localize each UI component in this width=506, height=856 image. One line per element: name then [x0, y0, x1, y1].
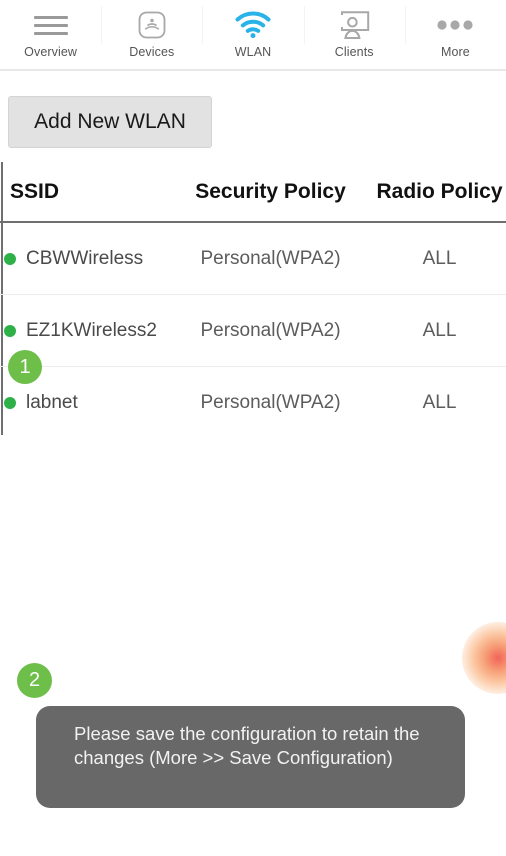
add-new-wlan-label: Add New WLAN [34, 110, 186, 133]
ssid-label: CBWWireless [26, 247, 144, 269]
table-row[interactable]: EZ1KWireless2 Personal(WPA2) ALL [0, 295, 506, 367]
cell-ssid: EZ1KWireless2 [0, 320, 168, 342]
client-monitor-icon [337, 8, 371, 42]
cell-security-policy: Personal(WPA2) [200, 392, 341, 413]
save-configuration-toast: Please save the configuration to retain … [36, 706, 465, 808]
nav-label-devices: Devices [129, 45, 175, 59]
nav-label-clients: Clients [334, 45, 374, 59]
table-row[interactable]: CBWWireless Personal(WPA2) ALL [0, 223, 506, 295]
status-dot-icon [4, 397, 16, 409]
status-dot-icon [4, 324, 16, 337]
access-point-icon [136, 8, 168, 42]
nav-item-wlan[interactable]: WLAN [202, 0, 303, 66]
nav-item-devices[interactable]: Devices [101, 0, 202, 66]
cell-radio-policy: ALL [422, 392, 457, 413]
top-navigation-bar: Overview Devices WLAN Clients More [0, 0, 506, 71]
cell-radio-policy: ALL [422, 247, 457, 269]
nav-label-overview: Overview [24, 45, 78, 59]
nav-item-overview[interactable]: Overview [0, 0, 101, 66]
nav-item-clients[interactable]: Clients [303, 0, 405, 66]
wifi-icon [235, 8, 271, 42]
column-header-radio-policy: Radio Policy [376, 179, 503, 203]
status-dot-icon [4, 252, 16, 265]
ssid-label: EZ1KWireless2 [26, 319, 157, 341]
step-badge-1: 1 [8, 350, 42, 384]
hamburger-menu-icon [33, 8, 68, 42]
column-header-ssid: SSID [10, 179, 60, 203]
add-new-wlan-button[interactable]: Add New WLAN [8, 96, 212, 148]
ellipsis-icon [436, 8, 474, 42]
cell-security-policy: Personal(WPA2) [200, 319, 341, 341]
wlan-table: SSID Security Policy Radio Policy CBWWir… [0, 162, 506, 439]
touch-indicator-glow [462, 622, 506, 694]
column-header-security-policy: Security Policy [195, 179, 346, 203]
nav-item-more[interactable]: More [404, 0, 506, 66]
table-row[interactable]: labnet Personal(WPA2) ALL [0, 367, 506, 439]
ssid-label: labnet [26, 392, 78, 413]
cell-ssid: CBWWireless [0, 248, 168, 270]
toast-message: Please save the configuration to retain … [74, 723, 420, 768]
cell-security-policy: Personal(WPA2) [200, 247, 341, 269]
cell-ssid: labnet [0, 392, 168, 414]
step-badge-2: 2 [17, 663, 52, 698]
nav-label-more: More [440, 45, 470, 59]
nav-label-wlan: WLAN [234, 45, 272, 59]
cell-radio-policy: ALL [422, 319, 457, 341]
table-header-row: SSID Security Policy Radio Policy [0, 162, 506, 223]
